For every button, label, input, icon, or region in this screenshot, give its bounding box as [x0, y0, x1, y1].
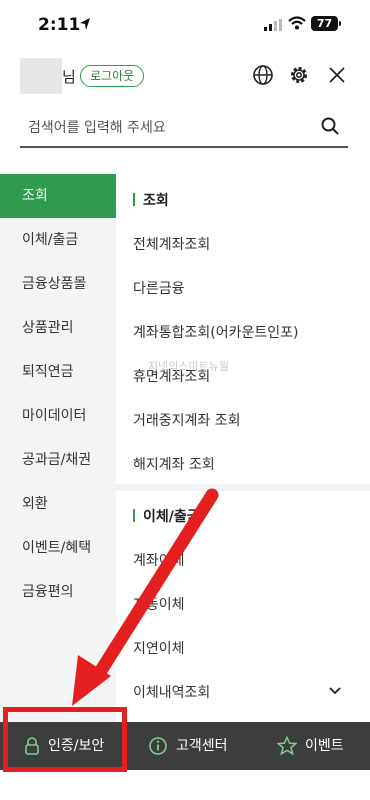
search-bar — [20, 110, 348, 148]
status-bar: 2:11 77 — [0, 0, 370, 50]
blurred-user-name — [20, 58, 62, 94]
sidebar-item-pension[interactable]: 퇴직연금 — [0, 350, 116, 394]
location-arrow-icon — [80, 18, 90, 30]
menu-item[interactable]: 자동이체 — [133, 594, 185, 614]
globe-icon[interactable] — [252, 64, 274, 86]
watermark: 지넷의스마트뉴월 — [148, 360, 229, 373]
sidebar-item-product-mall[interactable]: 금융상품몰 — [0, 262, 116, 306]
status-time: 2:11 — [38, 15, 81, 35]
sidebar-item-bills-bonds[interactable]: 공과금/채권 — [0, 438, 116, 482]
user-name-suffix: 님 — [62, 68, 76, 86]
sidebar-item-forex[interactable]: 외환 — [0, 482, 116, 526]
section-title-inquiry: 조회 — [133, 190, 169, 210]
menu-item[interactable]: 계좌통합조회(어카운트인포) — [133, 322, 298, 342]
annotation-highlight-box — [3, 707, 127, 772]
menu-content: 조회 전체계좌조회 다른금융 계좌통합조회(어카운트인포) 휴면계좌조회 거래중… — [116, 174, 370, 722]
sidebar-item-convenience[interactable]: 금융편의 — [0, 570, 116, 614]
menu-item[interactable]: 다른금융 — [133, 278, 185, 298]
star-icon — [277, 736, 297, 756]
info-icon — [149, 737, 167, 755]
category-sidebar: 조회 이체/출금 금융상품몰 상품관리 퇴직연금 마이데이터 공과금/채권 외환… — [0, 174, 116, 722]
menu-item[interactable]: 계좌이체 — [133, 550, 185, 570]
section-divider — [116, 484, 370, 491]
section-accent-bar — [133, 193, 135, 206]
customer-center-button[interactable]: 고객센터 — [176, 722, 228, 770]
sidebar-item-events[interactable]: 이벤트/혜택 — [0, 526, 116, 570]
wifi-icon — [288, 16, 306, 30]
menu-item[interactable]: 거래중지계좌 조회 — [133, 410, 241, 430]
menu-item[interactable]: 전체계좌조회 — [133, 234, 210, 254]
section-title-transfer: 이체/출금 — [133, 506, 200, 526]
cellular-signal-icon — [264, 19, 282, 31]
section-accent-bar — [133, 509, 135, 522]
battery-nub — [339, 21, 341, 26]
sidebar-item-mydata[interactable]: 마이데이터 — [0, 394, 116, 438]
menu-item[interactable]: 해지계좌 조회 — [133, 454, 215, 474]
gear-icon[interactable] — [288, 64, 310, 86]
logout-button[interactable]: 로그아웃 — [80, 65, 145, 87]
close-icon[interactable] — [326, 64, 348, 86]
menu-item[interactable]: 이체내역조회 — [133, 682, 210, 702]
chevron-down-icon[interactable] — [328, 686, 342, 696]
home-indicator-area — [0, 770, 370, 800]
sidebar-item-inquiry[interactable]: 조회 — [0, 174, 116, 218]
sidebar-item-product-management[interactable]: 상품관리 — [0, 306, 116, 350]
menu-item[interactable]: 지연이체 — [133, 638, 185, 658]
section-title-text: 이체/출금 — [143, 509, 200, 525]
section-title-text: 조회 — [143, 193, 169, 209]
search-icon[interactable] — [320, 116, 340, 136]
event-button[interactable]: 이벤트 — [305, 722, 344, 770]
battery-level: 77 — [311, 16, 338, 31]
menu-header: 님 로그아웃 — [0, 50, 370, 102]
sidebar-item-transfer[interactable]: 이체/출금 — [0, 218, 116, 262]
search-input[interactable] — [28, 116, 308, 140]
